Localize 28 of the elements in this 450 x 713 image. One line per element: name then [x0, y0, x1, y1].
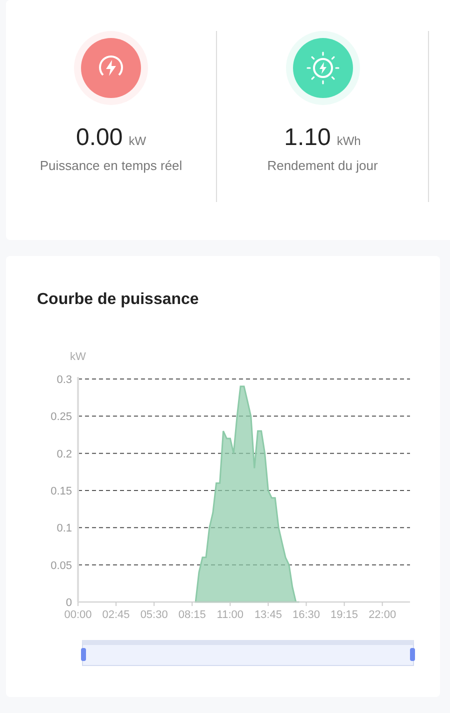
axis-label: 02:45	[102, 609, 130, 621]
stat-value: 1.10	[284, 124, 331, 152]
axis-label: 0	[66, 597, 72, 609]
axis-label: 16:30	[292, 609, 320, 621]
axis-label: 0.25	[50, 411, 72, 424]
axis-label: 05:30	[140, 609, 168, 621]
axis-label: 13:45	[254, 609, 282, 621]
axis-label: 08:15	[178, 609, 206, 621]
stat-unit: kWh	[336, 134, 361, 148]
axis-label: 0.1	[56, 522, 72, 535]
axis-label: 19:15	[330, 609, 358, 621]
axis-label: 0.05	[50, 560, 72, 572]
stat-value: 0.00	[76, 124, 123, 152]
axis-label: 0.3	[56, 374, 72, 386]
slider-handle[interactable]	[81, 648, 86, 661]
slider-handle[interactable]	[410, 648, 415, 661]
sun-bolt-icon	[306, 51, 340, 85]
axis-label: 22:00	[368, 609, 396, 621]
axis-label: 00:00	[64, 609, 92, 621]
axis-label: 0.2	[56, 448, 72, 460]
axis-label: 11:00	[216, 609, 244, 621]
card-title: Courbe de puissance	[37, 290, 200, 310]
axis-title: kW	[70, 351, 86, 363]
stat-unit: kW	[128, 134, 146, 148]
stat-label: Rendement du jour	[267, 158, 378, 173]
stat-label: Puissance en temps réel	[40, 158, 182, 173]
range-slider[interactable]	[82, 640, 414, 666]
axis-label: 0.15	[50, 486, 72, 498]
